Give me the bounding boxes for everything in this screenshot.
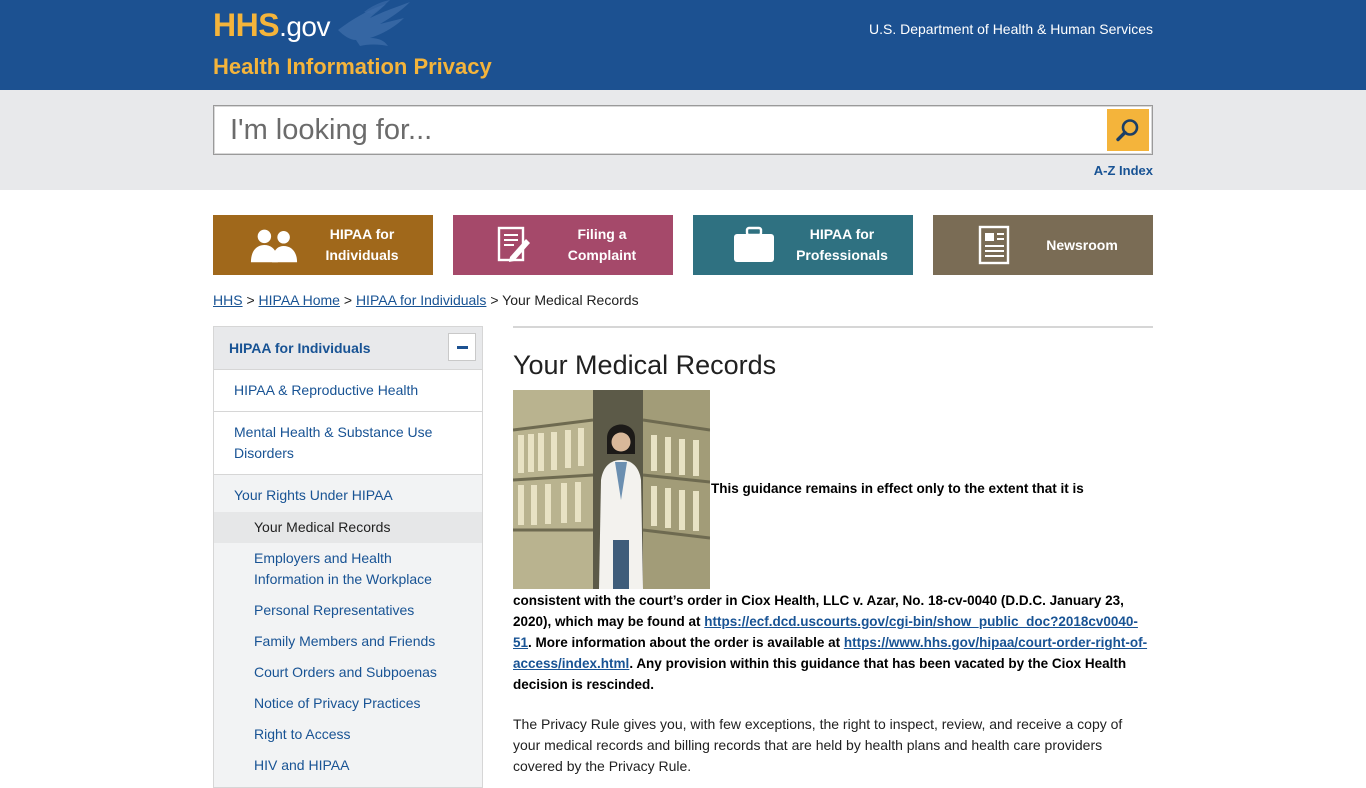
search-box <box>213 105 1153 155</box>
briefcase-icon <box>729 225 779 265</box>
notice-text: consistent with the court’s order in Cio… <box>513 590 1153 695</box>
sidebar-subitem-right-to-access[interactable]: Right to Access <box>214 719 482 750</box>
tile-hipaa-for-individuals[interactable]: HIPAA for Individuals <box>213 215 433 275</box>
logo-main: HHS <box>213 7 280 43</box>
sidebar-subitem-family-members[interactable]: Family Members and Friends <box>214 626 482 657</box>
tile-label: HIPAA for Professionals <box>796 226 888 263</box>
tile-newsroom[interactable]: Newsroom <box>933 215 1153 275</box>
search-input[interactable] <box>214 106 1094 154</box>
sidebar-heading-label[interactable]: HIPAA for Individuals <box>229 340 371 356</box>
breadcrumb-hipaa-home[interactable]: HIPAA Home <box>259 292 340 308</box>
sidebar-item-your-rights[interactable]: Your Rights Under HIPAA <box>214 475 482 512</box>
sidebar-subitem-court-orders[interactable]: Court Orders and Subpoenas <box>214 657 482 688</box>
breadcrumb-separator: > <box>246 292 255 308</box>
newspaper-icon <box>969 225 1019 265</box>
hhs-logo[interactable]: HHS.gov <box>213 6 330 46</box>
medical-records-photo <box>513 390 710 589</box>
tile-label: Filing a Complaint <box>567 226 637 263</box>
breadcrumb-hhs[interactable]: HHS <box>213 292 243 308</box>
search-button[interactable] <box>1107 109 1149 151</box>
breadcrumb-separator: > <box>343 292 353 308</box>
sidebar-subitem-hiv[interactable]: HIV and HIPAA <box>214 750 482 781</box>
sidebar-subitem-employers[interactable]: Employers and Health Information in the … <box>214 543 482 595</box>
sidebar-subitem-personal-representatives[interactable]: Personal Representatives <box>214 595 482 626</box>
eagle-icon <box>338 0 410 46</box>
notice-text-mid: . More information about the order is av… <box>528 635 844 650</box>
tile-label: HIPAA for Individuals <box>325 226 399 263</box>
breadcrumb-current: Your Medical Records <box>502 292 639 308</box>
breadcrumb-hipaa-for-individuals[interactable]: HIPAA for Individuals <box>356 292 486 308</box>
sidebar-nav: HIPAA for Individuals HIPAA & Reproducti… <box>213 326 483 788</box>
breadcrumb-separator: > <box>490 292 499 308</box>
notice-first-line: This guidance remains in effect only to … <box>711 481 1084 496</box>
department-name[interactable]: U.S. Department of Health & Human Servic… <box>869 21 1153 37</box>
site-name[interactable]: Health Information Privacy <box>213 54 492 80</box>
sidebar-subitem-medical-records[interactable]: Your Medical Records <box>214 512 482 543</box>
tile-label: Newsroom <box>1046 236 1118 253</box>
minus-icon <box>456 345 468 349</box>
az-index-link[interactable]: A-Z Index <box>1094 163 1153 178</box>
sidebar-heading: HIPAA for Individuals <box>214 327 482 370</box>
people-icon <box>249 225 299 265</box>
search-band: A-Z Index <box>0 90 1366 190</box>
logo-suffix: .gov <box>279 11 330 42</box>
collapse-button[interactable] <box>448 333 476 361</box>
search-icon <box>1116 119 1139 142</box>
breadcrumb: HHS > HIPAA Home > HIPAA for Individuals… <box>213 292 639 308</box>
sidebar-item-reproductive-health[interactable]: HIPAA & Reproductive Health <box>214 370 482 412</box>
site-header: HHS.gov Health Information Privacy U.S. … <box>0 0 1366 90</box>
page-title: Your Medical Records <box>513 350 777 380</box>
content-divider <box>513 326 1153 328</box>
tile-hipaa-for-professionals[interactable]: HIPAA for Professionals <box>693 215 913 275</box>
sidebar-item-mental-health[interactable]: Mental Health & Substance Use Disorders <box>214 412 482 475</box>
form-pencil-icon <box>489 225 539 265</box>
tile-filing-a-complaint[interactable]: Filing a Complaint <box>453 215 673 275</box>
sidebar-subitem-privacy-practices[interactable]: Notice of Privacy Practices <box>214 688 482 719</box>
